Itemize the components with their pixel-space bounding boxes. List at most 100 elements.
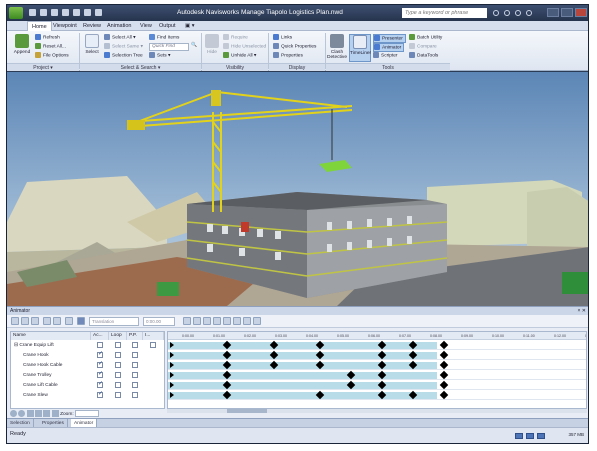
scrollbar-thumb[interactable] [227, 409, 267, 413]
fast-forward-icon[interactable] [253, 317, 261, 325]
clash-detective-button[interactable]: Clash Detective [326, 34, 348, 60]
tab-viewpoint[interactable]: Viewpoint [53, 21, 77, 31]
stop-icon[interactable] [223, 317, 231, 325]
batch-utility-button[interactable]: Batch Utility [409, 34, 442, 41]
pingpong-checkbox[interactable] [132, 342, 138, 348]
loop-checkbox[interactable] [115, 342, 121, 348]
transparency-icon[interactable] [53, 317, 61, 325]
timeline-scrollbar[interactable] [167, 409, 587, 413]
reset-all-button[interactable]: Reset All... [35, 43, 66, 50]
translation-input[interactable]: Translation [89, 317, 139, 326]
pingpong-checkbox[interactable] [132, 362, 138, 368]
rotate-icon[interactable] [21, 317, 29, 325]
delete-icon[interactable] [18, 410, 26, 417]
play-reverse-icon[interactable] [203, 317, 211, 325]
pause-icon[interactable] [213, 317, 221, 325]
datatools-button[interactable]: DataTools [409, 52, 438, 59]
selection-tree-button[interactable]: Selection Tree [104, 52, 143, 59]
keyframe[interactable] [439, 360, 449, 370]
redo-icon[interactable] [84, 9, 91, 16]
animation-bar[interactable] [168, 372, 437, 379]
links-button[interactable]: Links [273, 34, 292, 41]
col-active[interactable]: Ac... [91, 332, 109, 340]
display-group-label[interactable]: Display [269, 63, 325, 71]
tab-extra-dropdown[interactable]: ▣ ▾ [185, 21, 195, 31]
loop-checkbox[interactable] [115, 372, 121, 378]
capture-keyframe-icon[interactable] [65, 317, 73, 325]
tab-view[interactable]: View [140, 21, 152, 31]
keyframe[interactable] [439, 390, 449, 400]
animator-button[interactable]: Animator [373, 43, 405, 53]
animation-tree-row[interactable]: Crane Hook [11, 350, 164, 360]
pencil-icon[interactable] [526, 433, 534, 439]
require-button[interactable]: Require [223, 34, 248, 41]
active-checkbox[interactable] [97, 350, 103, 359]
close-button[interactable] [575, 8, 587, 17]
compare-button[interactable]: Compare [409, 43, 437, 50]
pingpong-checkbox[interactable] [132, 392, 138, 398]
keyframe[interactable] [439, 370, 449, 380]
sets-dropdown[interactable]: Sets ▾ [149, 52, 170, 59]
loop-checkbox[interactable] [115, 352, 121, 358]
animation-tree-row[interactable]: Crane Lift Cable [11, 380, 164, 390]
timeline-lane[interactable] [168, 370, 586, 380]
timeline-lane[interactable] [168, 340, 586, 350]
col-name[interactable]: Name [11, 332, 91, 340]
play-icon[interactable] [233, 317, 241, 325]
hide-button[interactable]: Hide [204, 34, 220, 55]
select-all-button[interactable]: Select All ▾ [104, 34, 135, 41]
time-cursor-marker[interactable] [170, 362, 174, 368]
active-checkbox[interactable] [97, 390, 103, 399]
hide-unselected-button[interactable]: Hide Unselected [223, 43, 266, 50]
add-scene-icon[interactable] [10, 410, 17, 417]
loop-checkbox[interactable] [115, 362, 121, 368]
pingpong-checkbox[interactable] [132, 382, 138, 388]
help-search-input[interactable]: Type a keyword or phrase [402, 8, 487, 18]
animation-bar[interactable] [168, 382, 437, 389]
tab-review[interactable]: Review [83, 21, 101, 31]
file-options-button[interactable]: File Options [35, 52, 69, 59]
save-icon[interactable] [51, 9, 58, 16]
timeline-lane[interactable] [168, 380, 586, 390]
infinite-checkbox[interactable] [150, 342, 156, 348]
refresh-button[interactable]: Refresh [35, 34, 60, 41]
select-button[interactable]: Select [83, 34, 101, 55]
color-icon[interactable] [43, 317, 51, 325]
timeliner-button[interactable]: TimeLiner [349, 34, 371, 62]
move-down-icon[interactable] [35, 410, 43, 417]
scene-view-3d[interactable] [7, 72, 588, 306]
active-checkbox[interactable] [97, 370, 103, 379]
print-icon[interactable] [62, 9, 69, 16]
active-checkbox[interactable] [97, 380, 103, 389]
active-checkbox[interactable] [97, 360, 103, 369]
keyframe[interactable] [439, 380, 449, 390]
col-loop[interactable]: Loop [109, 332, 127, 340]
new-icon[interactable] [29, 9, 36, 16]
active-checkbox[interactable] [97, 342, 103, 348]
panel-close-icon[interactable]: × ✕ [578, 307, 587, 315]
col-pp[interactable]: P.P. [127, 332, 143, 340]
move-up-icon[interactable] [26, 410, 34, 417]
properties-button[interactable]: Properties [273, 52, 303, 59]
project-group-label[interactable]: Project ▾ [7, 63, 79, 71]
tab-animation[interactable]: Animation [107, 21, 131, 31]
tab-output[interactable]: Output [159, 21, 176, 31]
time-cursor-marker[interactable] [170, 372, 174, 378]
zoom-input[interactable] [75, 410, 100, 417]
timeline-lane[interactable] [168, 390, 586, 400]
time-cursor-marker[interactable] [170, 392, 174, 398]
open-icon[interactable] [40, 9, 47, 16]
keyframe[interactable] [439, 350, 449, 360]
star-icon[interactable] [515, 10, 521, 16]
zoom-in-icon[interactable] [43, 410, 51, 417]
tools-group-label[interactable]: Tools [326, 63, 450, 71]
binoculars-icon[interactable] [493, 10, 499, 16]
select-icon[interactable] [95, 9, 102, 16]
time-cursor-marker[interactable] [170, 352, 174, 358]
animation-tree-row[interactable]: ⊟ Crane Equip Lift [11, 341, 164, 350]
rewind-icon[interactable] [183, 317, 191, 325]
animation-timeline[interactable]: 0:00.00 0:01.00 0:02.00 0:03.00 0:04.00 0:05.… [167, 331, 587, 409]
append-button[interactable]: Append [11, 34, 33, 55]
maximize-button[interactable] [561, 8, 573, 17]
animation-bar[interactable] [168, 342, 437, 349]
